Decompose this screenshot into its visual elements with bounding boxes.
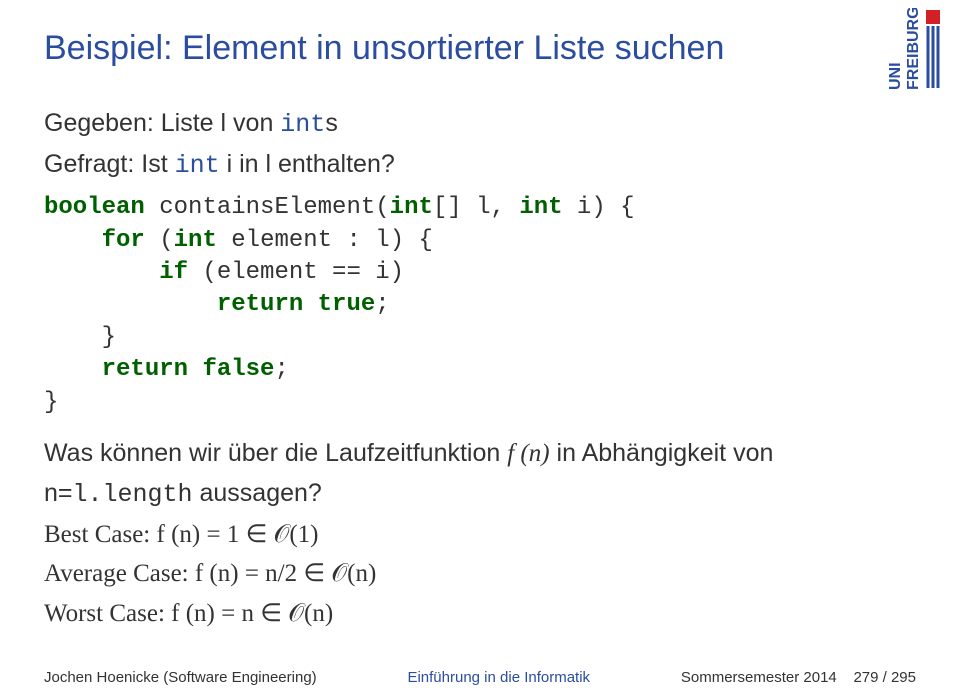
code-kw-boolean: boolean	[44, 194, 145, 221]
best-case: Best Case: f (n) = 1 ∈ 𝒪(1)	[44, 518, 916, 552]
code-kw-int1: int	[390, 194, 433, 221]
avg-case: Average Case: f (n) = n/2 ∈ 𝒪(n)	[44, 557, 916, 591]
question-pre: Was können wir über die Laufzeitfunktion	[44, 439, 507, 467]
code-kw-return1: return	[217, 291, 303, 318]
asked-type: int	[175, 151, 220, 180]
footer-right: Sommersemester 2014 279 / 295	[681, 669, 916, 686]
question-n-eq: n=	[44, 479, 73, 507]
logo-accent-square	[926, 10, 940, 24]
worst-case: Worst Case: f (n) = n ∈ 𝒪(n)	[44, 597, 916, 631]
question-line2: n=l.length aussagen?	[44, 477, 916, 512]
slide: UNI FREIBURG Beispiel: Element in unsort…	[0, 0, 960, 700]
given-label: Gegeben:	[44, 109, 154, 137]
slide-title: Beispiel: Element in unsortierter Liste …	[44, 28, 916, 69]
given-line: Gegeben: Liste l von ints	[44, 107, 916, 142]
code-if-rest: (element == i)	[188, 259, 404, 286]
footer-term: Sommersemester 2014	[681, 669, 837, 686]
question-line1: Was können wir über die Laufzeitfunktion…	[44, 437, 916, 471]
asked-label: Gefragt:	[44, 150, 134, 178]
code-brace-close1: }	[44, 324, 116, 351]
question-block: Was können wir über die Laufzeitfunktion…	[44, 437, 916, 512]
question-fn: f (n)	[507, 440, 549, 467]
code-for-rest: element : l) {	[217, 227, 433, 254]
code-kw-for: for	[102, 227, 145, 254]
footer-author: Jochen Hoenicke (Software Engineering)	[44, 669, 317, 686]
code-brace-close2: }	[44, 389, 58, 416]
asked-prefix: Ist	[141, 150, 174, 178]
slide-footer: Jochen Hoenicke (Software Engineering) E…	[0, 669, 960, 686]
footer-course: Einführung in die Informatik	[317, 669, 681, 686]
code-kw-return2: return	[102, 356, 188, 383]
code-kw-int2: int	[519, 194, 562, 221]
given-type: int	[280, 110, 325, 139]
code-false: false	[202, 356, 274, 383]
code-kw-if: if	[159, 259, 188, 286]
given-prefix: Liste l von	[161, 109, 281, 137]
logo-text-uni: UNI	[887, 62, 904, 90]
question-post: aussagen?	[193, 479, 322, 507]
footer-page: 279 / 295	[853, 669, 916, 686]
logo-text-freiburg: FREIBURG	[905, 8, 922, 90]
question-llength: l.length	[73, 480, 193, 509]
question-mid: in Abhängigkeit von	[550, 439, 774, 467]
asked-line: Gefragt: Ist int i in l enthalten?	[44, 148, 916, 183]
code-for-open: (	[145, 227, 174, 254]
code-kw-int3: int	[174, 227, 217, 254]
code-param1: [] l,	[433, 194, 519, 221]
code-block: boolean containsElement(int[] l, int i) …	[44, 192, 916, 419]
code-fn-name: containsElement(	[145, 194, 390, 221]
code-true: true	[318, 291, 376, 318]
uni-freiburg-logo: UNI FREIBURG	[882, 8, 944, 90]
asked-rest: i in l enthalten?	[220, 150, 395, 178]
complexity-cases: Best Case: f (n) = 1 ∈ 𝒪(1) Average Case…	[44, 518, 916, 631]
code-param2: i) {	[563, 194, 635, 221]
given-suffix: s	[325, 109, 338, 137]
slide-body: Gegeben: Liste l von ints Gefragt: Ist i…	[44, 107, 916, 631]
